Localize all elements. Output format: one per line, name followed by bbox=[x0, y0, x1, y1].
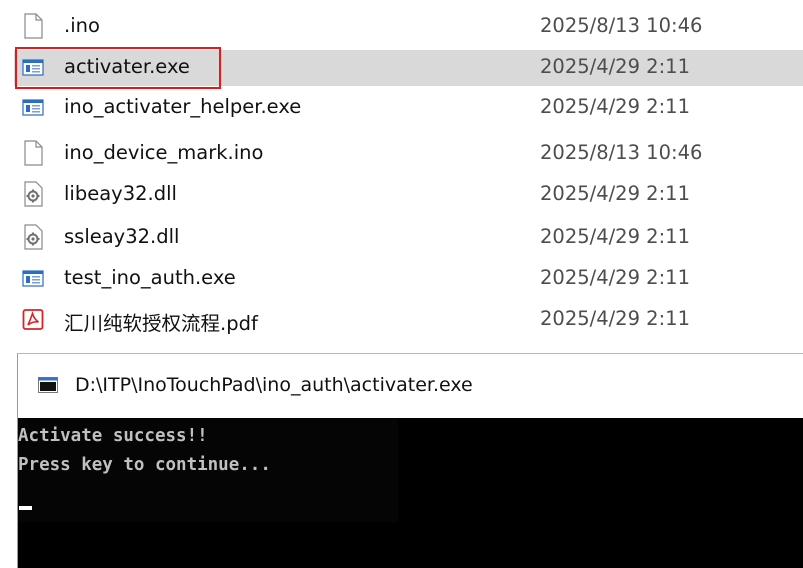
file-row[interactable]: ino_activater_helper.exe 2025/4/29 2:11 bbox=[14, 90, 803, 126]
file-name: libeay32.dll bbox=[64, 182, 177, 205]
file-date: 2025/4/29 2:11 bbox=[540, 95, 690, 118]
console-window-icon bbox=[38, 377, 58, 393]
file-date: 2025/4/29 2:11 bbox=[540, 307, 690, 330]
exe-window-icon bbox=[22, 54, 44, 80]
console-title: D:\ITP\InoTouchPad\ino_auth\activater.ex… bbox=[75, 374, 473, 396]
blank-file-icon bbox=[22, 140, 44, 166]
file-name: test_ino_auth.exe bbox=[64, 266, 236, 289]
file-row-selected[interactable]: activater.exe 2025/4/29 2:11 bbox=[14, 50, 803, 86]
file-row[interactable]: .ino 2025/8/13 10:46 bbox=[14, 9, 803, 45]
file-row[interactable]: ssleay32.dll 2025/4/29 2:11 bbox=[14, 220, 803, 256]
file-date: 2025/4/29 2:11 bbox=[540, 225, 690, 248]
file-name: ino_activater_helper.exe bbox=[64, 95, 302, 118]
dll-gear-icon bbox=[22, 224, 44, 250]
pdf-icon bbox=[22, 306, 44, 332]
file-name: activater.exe bbox=[64, 55, 190, 78]
file-name: ino_device_mark.ino bbox=[64, 141, 264, 164]
exe-window-icon bbox=[22, 265, 44, 291]
console-window[interactable]: D:\ITP\InoTouchPad\ino_auth\activater.ex… bbox=[17, 353, 803, 568]
file-name: 汇川纯软授权流程.pdf bbox=[64, 312, 258, 335]
file-row[interactable]: ino_device_mark.ino 2025/8/13 10:46 bbox=[14, 136, 803, 172]
console-line: Activate success!! bbox=[18, 426, 208, 446]
console-line: Press key to continue... bbox=[18, 455, 271, 475]
console-output[interactable]: Activate success!! Press key to continue… bbox=[18, 418, 803, 568]
file-date: 2025/4/29 2:11 bbox=[540, 182, 690, 205]
file-date: 2025/8/13 10:46 bbox=[540, 14, 703, 37]
console-titlebar[interactable]: D:\ITP\InoTouchPad\ino_auth\activater.ex… bbox=[18, 354, 803, 418]
file-date: 2025/4/29 2:11 bbox=[540, 55, 690, 78]
file-row[interactable]: test_ino_auth.exe 2025/4/29 2:11 bbox=[14, 261, 803, 297]
file-row[interactable]: libeay32.dll 2025/4/29 2:11 bbox=[14, 177, 803, 213]
blank-file-icon bbox=[22, 13, 44, 39]
dll-gear-icon bbox=[22, 181, 44, 207]
text-cursor bbox=[19, 506, 32, 510]
file-list: .ino 2025/8/13 10:46 activater.exe 2025/… bbox=[0, 0, 803, 346]
file-name: .ino bbox=[64, 14, 100, 37]
exe-window-icon bbox=[22, 94, 44, 120]
file-name: ssleay32.dll bbox=[64, 225, 180, 248]
file-date: 2025/4/29 2:11 bbox=[540, 266, 690, 289]
file-row[interactable]: 汇川纯软授权流程.pdf 2025/4/29 2:11 bbox=[14, 302, 803, 338]
file-date: 2025/8/13 10:46 bbox=[540, 141, 703, 164]
